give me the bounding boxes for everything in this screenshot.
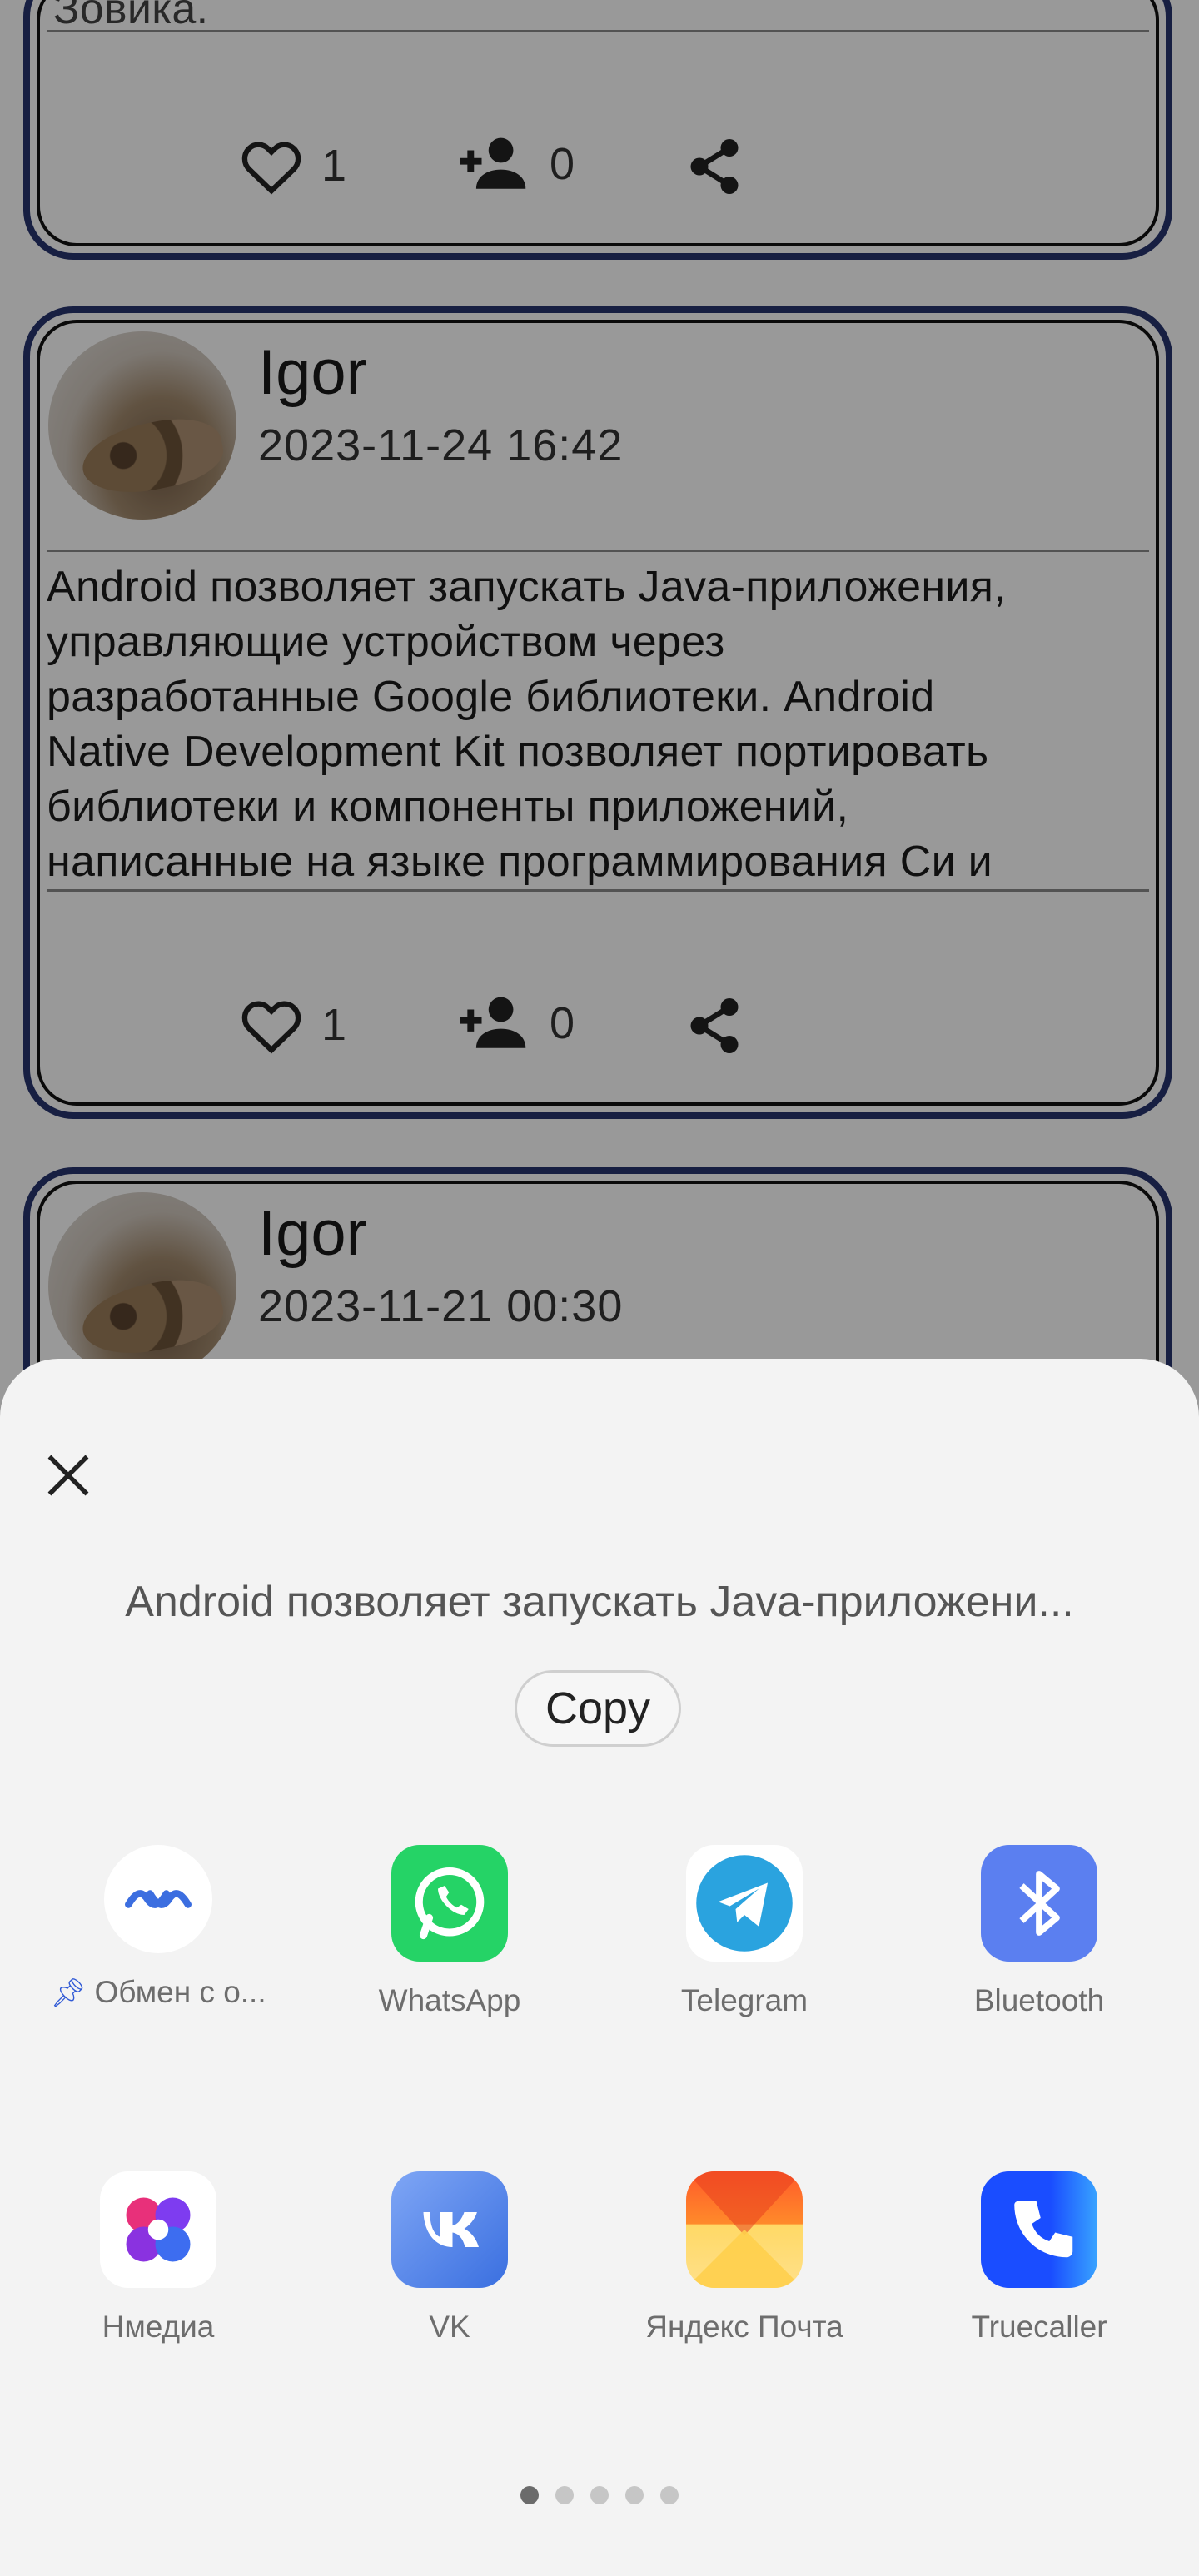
share-app-label: Нмедиа bbox=[102, 2310, 215, 2344]
share-preview-text: Android позволяет запускать Java-приложе… bbox=[125, 1578, 1074, 1626]
close-button[interactable] bbox=[43, 1450, 93, 1500]
share-app-label: Обмен с о... bbox=[94, 1975, 266, 2009]
share-app-bluetooth[interactable]: Bluetooth bbox=[898, 1845, 1181, 2018]
page-dot[interactable] bbox=[660, 2486, 679, 2504]
quick-share-icon bbox=[104, 1845, 212, 1953]
share-app-yandex-mail[interactable]: Яндекс Почта bbox=[603, 2171, 886, 2345]
copy-button[interactable]: Copy bbox=[515, 1670, 681, 1747]
vk-icon bbox=[391, 2171, 508, 2288]
share-app-label: Bluetooth bbox=[973, 1983, 1105, 2017]
telegram-icon bbox=[686, 1845, 803, 1962]
share-sheet: Android позволяет запускать Java-приложе… bbox=[0, 1359, 1199, 2576]
page-dot[interactable] bbox=[590, 2486, 609, 2504]
envelope-icon bbox=[686, 2171, 803, 2288]
nmedia-icon bbox=[100, 2171, 216, 2288]
bluetooth-icon bbox=[981, 1845, 1097, 1962]
share-app-label: WhatsApp bbox=[378, 1983, 521, 2017]
close-icon bbox=[47, 1455, 89, 1496]
page-indicator bbox=[0, 2486, 1199, 2504]
share-app-truecaller[interactable]: Truecaller bbox=[898, 2171, 1181, 2345]
share-app-label: Truecaller bbox=[971, 2310, 1107, 2344]
share-app-telegram[interactable]: Telegram bbox=[603, 1845, 886, 2018]
share-app-label: Telegram bbox=[680, 1983, 808, 2017]
whatsapp-icon bbox=[391, 1845, 508, 1962]
share-app-label: Яндекс Почта bbox=[645, 2310, 843, 2344]
pin-icon: 📌︎ bbox=[50, 1977, 87, 2009]
share-app-label: VK bbox=[429, 2310, 470, 2344]
share-app-obmen[interactable]: 📌︎ Обмен с о... bbox=[17, 1845, 300, 2010]
page-dot[interactable] bbox=[555, 2486, 574, 2504]
phone-icon bbox=[981, 2171, 1097, 2288]
share-app-whatsapp[interactable]: WhatsApp bbox=[308, 1845, 591, 2018]
share-app-vk[interactable]: VK bbox=[308, 2171, 591, 2345]
page-dot[interactable] bbox=[520, 2486, 539, 2504]
share-app-nmedia[interactable]: Нмедиа bbox=[17, 2171, 300, 2345]
page-dot[interactable] bbox=[625, 2486, 644, 2504]
